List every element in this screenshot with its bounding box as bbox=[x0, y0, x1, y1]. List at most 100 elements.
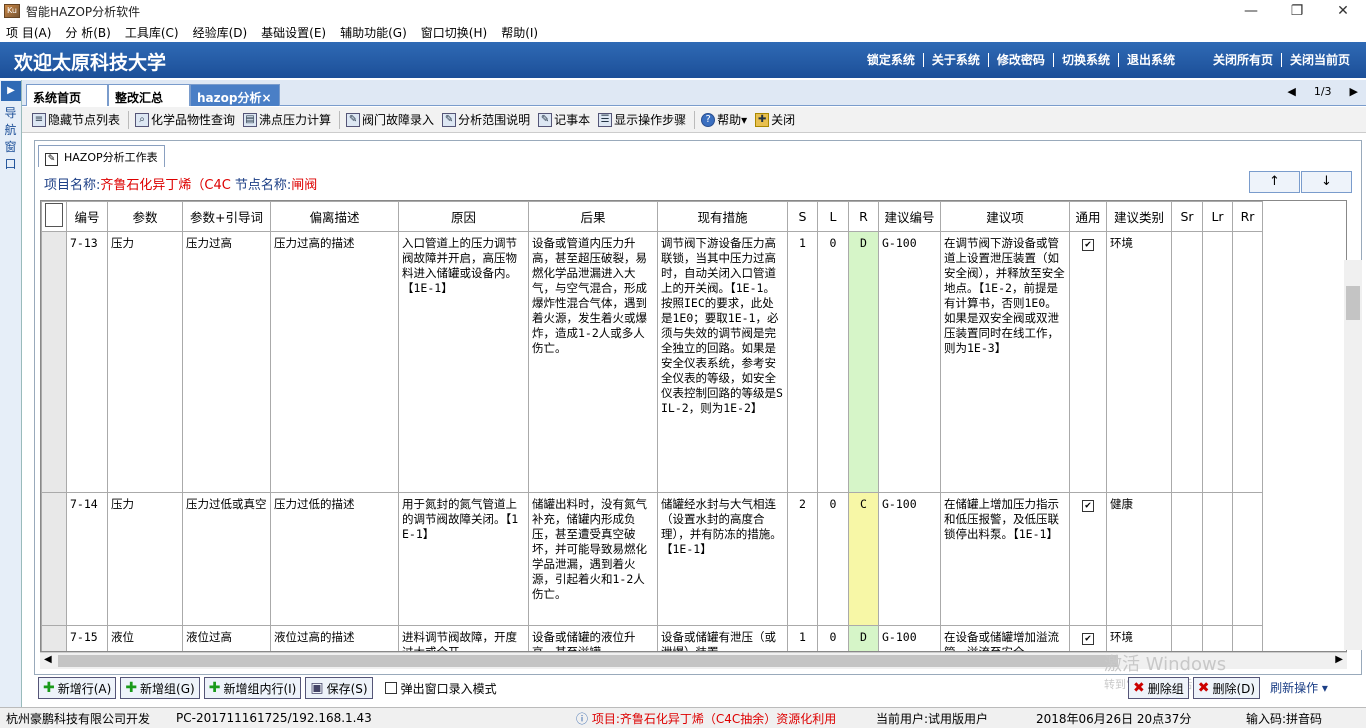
add-row-in-group-button[interactable]: ✚ 新增组内行(I) bbox=[203, 677, 302, 699]
cell-rr[interactable] bbox=[1232, 492, 1263, 626]
popup-mode-checkbox[interactable] bbox=[384, 682, 397, 694]
cell-sug-id[interactable]: G-100 bbox=[878, 492, 941, 626]
col-suggestion[interactable]: 建议项 bbox=[940, 201, 1070, 232]
table-row[interactable]: 7-14 压力 压力过低或真空 压力过低的描述 用于氮封的氮气管道上的调节阀故障… bbox=[41, 492, 1263, 626]
move-up-button[interactable]: ↑ bbox=[1249, 171, 1300, 193]
cell-s[interactable]: 1 bbox=[787, 231, 818, 493]
cell-consequence[interactable]: 储罐出料时，没有氮气补充，储罐内形成负压，甚至遭受真空破坏，并可能导致易燃化学品… bbox=[528, 492, 658, 626]
cell-id[interactable]: 7-14 bbox=[66, 492, 108, 626]
col-lr[interactable]: Lr bbox=[1202, 201, 1233, 232]
cell-rr[interactable] bbox=[1232, 231, 1263, 493]
menu-item-tools[interactable]: 工具库(C) bbox=[125, 24, 179, 41]
cell-guide[interactable]: 液位过高 bbox=[182, 625, 271, 651]
col-s[interactable]: S bbox=[787, 201, 818, 232]
col-measures[interactable]: 现有措施 bbox=[657, 201, 788, 232]
tab-rectify-summary[interactable]: 整改汇总 bbox=[108, 84, 190, 106]
col-sug-id[interactable]: 建议编号 bbox=[878, 201, 941, 232]
delete-button[interactable]: ✖ 删除(D) bbox=[1192, 677, 1261, 699]
tab-home[interactable]: 系统首页 bbox=[26, 84, 108, 106]
cell-rr[interactable] bbox=[1232, 625, 1263, 651]
help-button[interactable]: ? 帮助▾ bbox=[701, 111, 747, 128]
about-system-link[interactable]: 关于系统 bbox=[922, 53, 988, 67]
cell-category[interactable]: 健康 bbox=[1106, 492, 1172, 626]
col-common[interactable]: 通用 bbox=[1069, 201, 1107, 232]
hide-node-list-button[interactable]: ≡ 隐藏节点列表 bbox=[32, 111, 120, 128]
analysis-scope-button[interactable]: ✎ 分析范围说明 bbox=[442, 111, 530, 128]
save-button[interactable]: ▣ 保存(S) bbox=[305, 677, 373, 699]
cell-suggestion[interactable]: 在调节阀下游设备或管道上设置泄压装置（如安全阀），并释放至安全地点。【1E-2，… bbox=[940, 231, 1070, 493]
cell-deviation[interactable]: 压力过高的描述 bbox=[270, 231, 399, 493]
row-header[interactable] bbox=[41, 625, 67, 651]
cell-guide[interactable]: 压力过低或真空 bbox=[182, 492, 271, 626]
notepad-button[interactable]: ✎ 记事本 bbox=[538, 111, 590, 128]
select-all-cell[interactable] bbox=[41, 201, 67, 232]
close-all-pages-link[interactable]: 关闭所有页 bbox=[1205, 53, 1281, 67]
vertical-scroll-thumb[interactable] bbox=[1346, 286, 1360, 320]
cell-sug-id[interactable]: G-100 bbox=[878, 231, 941, 493]
cell-deviation[interactable]: 液位过高的描述 bbox=[270, 625, 399, 651]
menu-item-help[interactable]: 帮助(I) bbox=[501, 24, 538, 41]
cell-s[interactable]: 1 bbox=[787, 625, 818, 651]
restore-icon[interactable]: ❐ bbox=[1274, 0, 1320, 22]
cell-cause[interactable]: 入口管道上的压力调节阀故障并开启，高压物料进入储罐或设备内。【1E-1】 bbox=[398, 231, 529, 493]
row-header[interactable] bbox=[41, 492, 67, 626]
cell-param[interactable]: 液位 bbox=[107, 625, 183, 651]
cell-lr[interactable] bbox=[1202, 231, 1233, 493]
close-window-icon[interactable]: ✕ bbox=[1320, 0, 1366, 22]
lock-system-link[interactable]: 锁定系统 bbox=[859, 53, 923, 67]
cell-common[interactable]: ✔ bbox=[1069, 625, 1107, 651]
menu-item-window[interactable]: 窗口切换(H) bbox=[421, 24, 487, 41]
col-param[interactable]: 参数 bbox=[107, 201, 183, 232]
col-id[interactable]: 编号 bbox=[66, 201, 108, 232]
cell-param[interactable]: 压力 bbox=[107, 231, 183, 493]
cell-suggestion[interactable]: 在设备或储罐增加溢流管，溢流至安全 bbox=[940, 625, 1070, 651]
refresh-menu[interactable]: 刷新操作 ▾ bbox=[1270, 677, 1328, 699]
horizontal-scroll-thumb[interactable] bbox=[58, 655, 1118, 667]
delete-group-button[interactable]: ✖ 删除组 bbox=[1128, 677, 1189, 699]
col-category[interactable]: 建议类别 bbox=[1106, 201, 1172, 232]
menu-item-analysis[interactable]: 分 析(B) bbox=[65, 24, 110, 41]
close-button[interactable]: ✚ 关闭 bbox=[755, 111, 795, 128]
nav-window-sidebar[interactable]: ▶ 导航窗口 bbox=[0, 80, 22, 710]
cell-common[interactable]: ✔ bbox=[1069, 492, 1107, 626]
add-group-button[interactable]: ✚ 新增组(G) bbox=[120, 677, 200, 699]
col-r[interactable]: R bbox=[848, 201, 879, 232]
scroll-right-icon[interactable]: ▶ bbox=[1335, 654, 1343, 665]
col-deviation[interactable]: 偏离描述 bbox=[270, 201, 399, 232]
cell-l[interactable]: 0 bbox=[817, 492, 849, 626]
expand-nav-icon[interactable]: ▶ bbox=[1, 81, 21, 101]
cell-param[interactable]: 压力 bbox=[107, 492, 183, 626]
cell-measures[interactable]: 调节阀下游设备压力高联锁，当其中压力过高时，自动关闭入口管道上的开关阀。【1E-… bbox=[657, 231, 788, 493]
menu-item-settings[interactable]: 基础设置(E) bbox=[261, 24, 326, 41]
cell-measures[interactable]: 储罐经水封与大气相连 （设置水封的高度合理），并有防冻的措施。【1E-1】 bbox=[657, 492, 788, 626]
common-checkbox[interactable]: ✔ bbox=[1082, 239, 1094, 251]
col-cause[interactable]: 原因 bbox=[398, 201, 529, 232]
valve-fault-button[interactable]: ✎ 阀门故障录入 bbox=[346, 111, 434, 128]
popup-entry-mode[interactable]: 弹出窗口录入模式 bbox=[384, 680, 497, 697]
col-l[interactable]: L bbox=[817, 201, 849, 232]
worksheet-tab[interactable]: ✎ HAZOP分析工作表 bbox=[38, 145, 165, 167]
cell-l[interactable]: 0 bbox=[817, 231, 849, 493]
scroll-left-icon[interactable]: ◀ bbox=[44, 654, 52, 665]
cell-category[interactable]: 环境 bbox=[1106, 625, 1172, 651]
cell-sr[interactable] bbox=[1171, 625, 1203, 651]
cell-sr[interactable] bbox=[1171, 492, 1203, 626]
cell-r[interactable]: C bbox=[848, 492, 879, 626]
table-row[interactable]: 7-13 压力 压力过高 压力过高的描述 入口管道上的压力调节阀故障并开启，高压… bbox=[41, 231, 1263, 493]
menu-item-experience[interactable]: 经验库(D) bbox=[193, 24, 248, 41]
cell-r[interactable]: D bbox=[848, 231, 879, 493]
move-down-button[interactable]: ↓ bbox=[1301, 171, 1352, 193]
boiling-pressure-button[interactable]: ▤ 沸点压力计算 bbox=[243, 111, 331, 128]
prev-page-icon[interactable]: ◀ bbox=[1287, 85, 1295, 98]
col-sr[interactable]: Sr bbox=[1171, 201, 1203, 232]
exit-system-link[interactable]: 退出系统 bbox=[1117, 53, 1183, 67]
cell-measures[interactable]: 设备或储罐有泄压（或泄爆）装置 bbox=[657, 625, 788, 651]
switch-system-link[interactable]: 切换系统 bbox=[1052, 53, 1118, 67]
col-rr[interactable]: Rr bbox=[1232, 201, 1263, 232]
cell-consequence[interactable]: 设备或管道内压力升高，甚至超压破裂，易燃化学品泄漏进入大气，与空气混合，形成爆炸… bbox=[528, 231, 658, 493]
cell-lr[interactable] bbox=[1202, 492, 1233, 626]
cell-cause[interactable]: 用于氮封的氮气管道上的调节阀故障关闭。【1E-1】 bbox=[398, 492, 529, 626]
cell-category[interactable]: 环境 bbox=[1106, 231, 1172, 493]
cell-r[interactable]: D bbox=[848, 625, 879, 651]
tab-hazop-analysis[interactable]: hazop分析× bbox=[190, 84, 280, 106]
